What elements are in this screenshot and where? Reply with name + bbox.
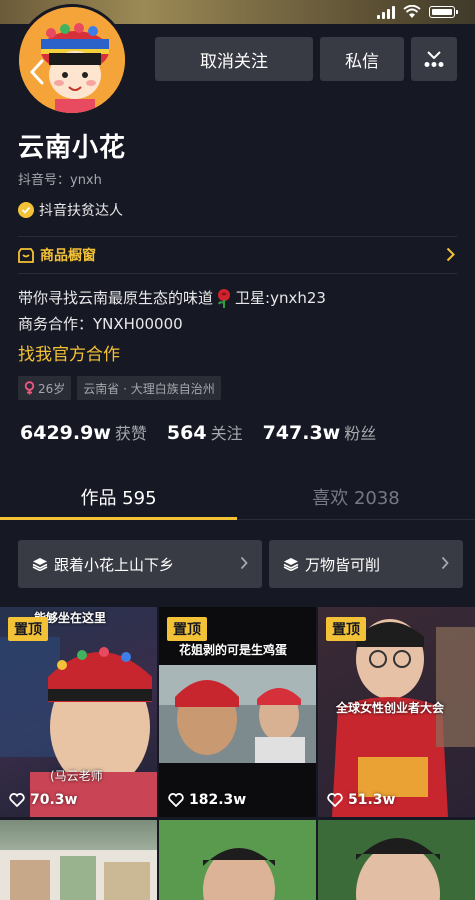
shop-window-label: 商品橱窗: [40, 248, 96, 264]
more-dots-icon: [424, 62, 444, 67]
chevron-right-icon: [240, 556, 248, 570]
age-tag-label: 26岁: [38, 381, 66, 396]
more-button[interactable]: [411, 37, 457, 81]
verified-badge-row: 抖音扶贫达人: [18, 200, 123, 220]
status-bar: [377, 5, 458, 19]
verified-label: 抖音扶贫达人: [39, 203, 123, 219]
pinned-badge: 置顶: [8, 617, 48, 641]
video-caption-top: 花姐剥的可是生鸡蛋: [179, 643, 288, 657]
profile-name: 云南小花: [18, 133, 127, 163]
collection-button-1[interactable]: 跟着小花上山下乡: [18, 540, 262, 588]
likes-count: 6429.9w: [20, 422, 111, 444]
age-tag: 26岁: [18, 376, 72, 400]
official-cooperation-link[interactable]: 找我官方合作: [18, 340, 120, 365]
stats-row: 6429.9w 获赞 564 关注 747.3w 粉丝: [20, 420, 396, 444]
video-thumbnail-3[interactable]: 全球女性创业者大会 置顶 51.3w: [318, 607, 475, 817]
bio-line-2: 商务合作：YNXH00000: [18, 315, 183, 333]
video-caption-top: 全球女性创业者大会: [336, 701, 445, 715]
video-likes: 51.3w: [327, 792, 395, 808]
video-caption-bottom: (马云老师: [50, 769, 103, 783]
back-icon[interactable]: [28, 58, 46, 86]
douyin-id: 抖音号：ynxh: [18, 173, 102, 188]
battery-icon: [429, 6, 458, 18]
wifi-icon: [403, 5, 421, 18]
heart-icon: [327, 793, 343, 807]
heart-icon: [9, 793, 25, 807]
location-tag-label: 云南省 · 大理白族自治州: [83, 381, 215, 396]
chevron-down-icon: [427, 51, 441, 59]
bio-line-1: 带你寻找云南最原生态的味道 卫星:ynxh23: [18, 287, 326, 308]
chevron-right-icon: [446, 247, 455, 262]
video-thumbnail-image: [0, 850, 157, 900]
female-icon: [24, 381, 35, 395]
pinned-badge: 置顶: [167, 617, 207, 641]
video-thumbnail-2[interactable]: 花姐剥的可是生鸡蛋 置顶 182.3w: [159, 607, 316, 817]
divider: [18, 273, 457, 274]
video-thumbnail-image: [159, 820, 316, 900]
video-likes-count: 70.3w: [30, 792, 78, 808]
layers-icon: [283, 558, 299, 571]
video-thumbnail-6[interactable]: [318, 820, 475, 900]
pinned-badge: 置顶: [326, 617, 366, 641]
shop-window-row[interactable]: 商品橱窗: [18, 238, 457, 272]
unfollow-button[interactable]: 取消关注: [155, 37, 313, 81]
video-thumbnail-1[interactable]: 能够坐在这里 (马云老师 置顶 70.3w: [0, 607, 157, 817]
following-count[interactable]: 564: [167, 422, 207, 444]
message-button-label: 私信: [345, 51, 379, 72]
video-thumbnail-4[interactable]: [0, 820, 157, 900]
content-tabs: 作品 595 喜欢 2038: [0, 472, 475, 520]
chevron-right-icon: [441, 556, 449, 570]
collection-label-1: 跟着小花上山下乡: [54, 555, 175, 574]
divider: [18, 236, 457, 237]
message-button[interactable]: 私信: [320, 37, 404, 81]
video-likes-count: 51.3w: [348, 792, 396, 808]
signal-icon: [377, 5, 395, 19]
tab-works[interactable]: 作品 595: [0, 484, 237, 510]
verified-icon: [18, 202, 34, 218]
shop-icon: [18, 247, 34, 263]
rose-icon: [218, 288, 231, 308]
tab-likes[interactable]: 喜欢 2038: [237, 484, 475, 510]
likes-label: 获赞: [114, 424, 147, 443]
video-likes-count: 182.3w: [189, 792, 247, 808]
video-thumbnail-5[interactable]: [159, 820, 316, 900]
heart-icon: [168, 793, 184, 807]
video-likes: 70.3w: [9, 792, 77, 808]
tab-indicator: [0, 517, 237, 520]
collection-label-2: 万物皆可削: [305, 555, 381, 574]
video-likes: 182.3w: [168, 792, 246, 808]
profile-tags: 26岁 云南省 · 大理白族自治州: [18, 376, 221, 400]
bio-text-b: 卫星:ynxh23: [235, 289, 326, 307]
location-tag: 云南省 · 大理白族自治州: [77, 376, 221, 400]
fans-count[interactable]: 747.3w: [263, 422, 341, 444]
bio-text-a: 带你寻找云南最原生态的味道: [18, 289, 214, 307]
fans-label[interactable]: 粉丝: [344, 420, 376, 444]
collection-button-2[interactable]: 万物皆可削: [269, 540, 463, 588]
video-thumbnail-image: [318, 820, 475, 900]
layers-icon: [32, 558, 48, 571]
unfollow-button-label: 取消关注: [200, 51, 268, 72]
following-label[interactable]: 关注: [211, 420, 243, 444]
